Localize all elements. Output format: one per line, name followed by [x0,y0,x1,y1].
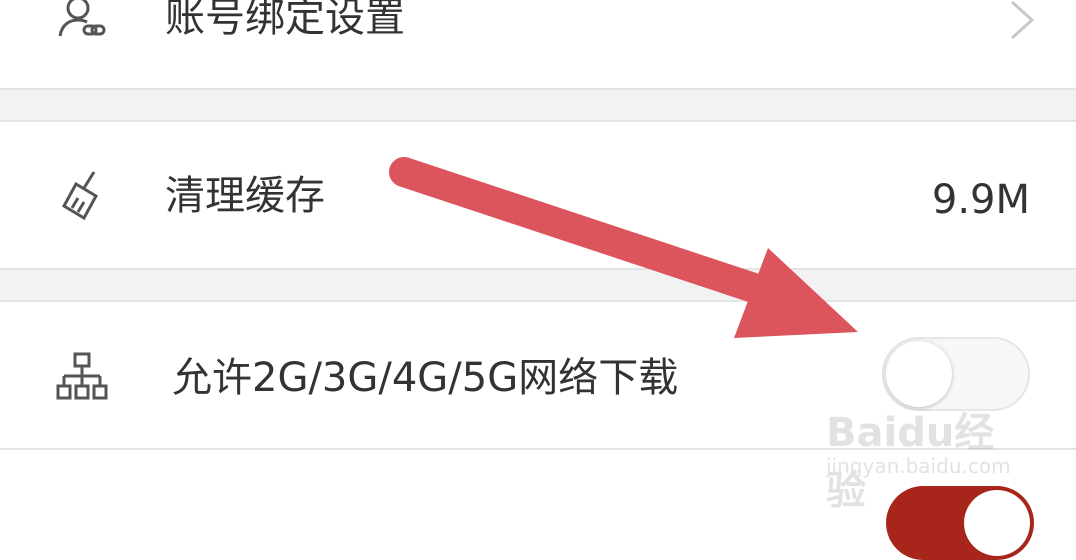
network-tree-icon [56,352,108,400]
settings-item-label: 账号绑定设置 [165,0,405,41]
watermark-url: jingyan.baidu.com [826,454,1011,478]
baidu-watermark: Baidu经验 jingyan.baidu.com [826,392,1026,514]
settings-item-label: 允许2G/3G/4G/5G网络下载 [172,355,679,401]
chevron-right-icon [1010,0,1035,40]
account-link-icon [58,0,106,37]
broom-icon [61,171,99,221]
settings-row-clear-cache[interactable]: 清理缓存 9.9M [0,122,1076,268]
section-separator [0,270,1076,300]
settings-row-account-binding[interactable]: 账号绑定设置 [0,0,1076,90]
section-separator [0,90,1076,120]
settings-item-label: 清理缓存 [165,173,325,219]
cache-size-value: 9.9M [931,177,1030,223]
